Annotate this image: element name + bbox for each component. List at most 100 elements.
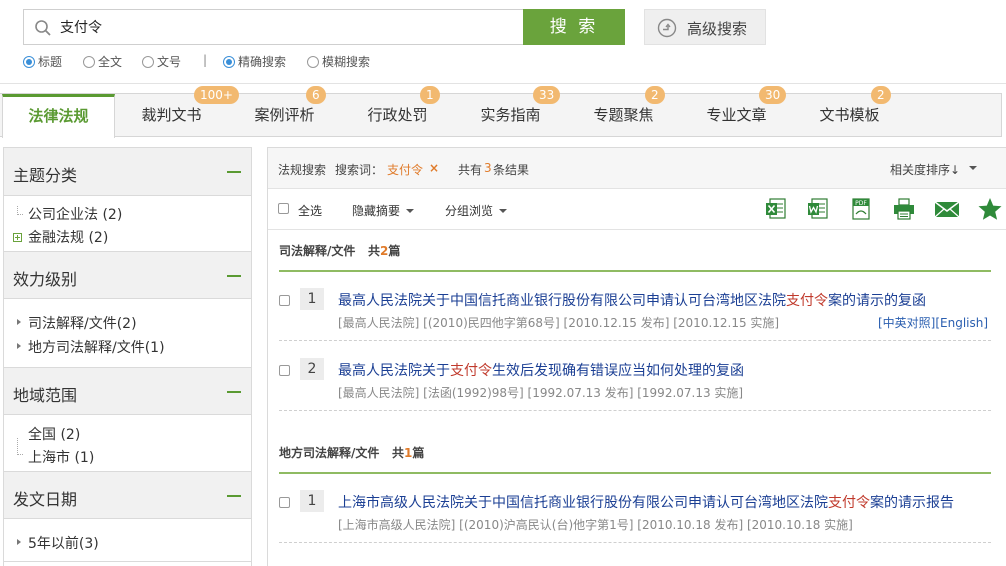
bilingual-link[interactable]: [中英对照][English] xyxy=(878,314,988,331)
pdf-icon[interactable]: PDF xyxy=(849,197,873,221)
expand-icon[interactable] xyxy=(13,233,22,242)
filter-item[interactable]: 上海市 (1) xyxy=(28,447,94,467)
group-browse-dropdown[interactable]: 分组浏览 xyxy=(445,202,508,219)
tab-label: 专业文章 xyxy=(706,106,767,124)
radio-icon[interactable] xyxy=(142,56,154,68)
option-docnum-label: 文号 xyxy=(157,55,182,69)
option-fulltext[interactable]: 全文 xyxy=(83,53,122,70)
tab-admin-penalty[interactable]: 行政处罚 1 xyxy=(341,86,454,137)
result-divider xyxy=(279,340,991,341)
search-area: 搜 索 高级搜索 标题 全文 文号 | 精确搜索 模糊搜索 xyxy=(0,0,1006,84)
result-title-link[interactable]: 最高人民法院关于中国信托商业银行股份有限公司申请认可台湾地区法院支付令案的请示的… xyxy=(338,290,926,310)
tab-label: 法律法规 xyxy=(28,107,89,125)
print-icon[interactable] xyxy=(892,197,916,221)
category-tabs: 法律法规 裁判文书 100+ 案例评析 6 行政处罚 1 实务指南 33 专题聚焦 2 专… xyxy=(0,86,1002,138)
tab-judgments[interactable]: 裁判文书 100+ xyxy=(115,86,239,137)
tab-practice-guide[interactable]: 实务指南 33 xyxy=(454,86,567,137)
collapse-icon[interactable] xyxy=(227,171,241,173)
results-panel: 法规搜索 搜索词： 支付令 × 共有 3 条结果 相关度排序↓ 全选 隐藏摘要 … xyxy=(267,147,1006,566)
result-title-link[interactable]: 上海市高级人民法院关于中国信托商业银行股份有限公司申请认可台湾地区法院支付令案的… xyxy=(338,492,954,512)
option-fuzzy-label: 模糊搜索 xyxy=(322,55,371,69)
tab-case-analysis[interactable]: 案例评析 6 xyxy=(228,86,341,137)
result-number: 1 xyxy=(300,490,324,512)
caret-right-icon xyxy=(17,319,21,325)
favorite-star-icon[interactable] xyxy=(977,197,1003,221)
section-name: 司法解释/文件 xyxy=(279,244,356,258)
hide-summary-dropdown[interactable]: 隐藏摘要 xyxy=(352,202,415,219)
collapse-icon[interactable] xyxy=(227,495,241,497)
advanced-search-label: 高级搜索 xyxy=(687,20,748,38)
option-exact[interactable]: 精确搜索 xyxy=(223,53,286,70)
advanced-search-button[interactable]: 高级搜索 xyxy=(644,9,766,45)
search-button[interactable]: 搜 索 xyxy=(523,9,625,45)
section-count-prefix: 共 xyxy=(391,446,404,460)
search-icon xyxy=(35,20,51,36)
filter-item[interactable]: 金融法规 (2) xyxy=(28,227,108,247)
result-number: 2 xyxy=(300,358,324,380)
filter-header-date[interactable]: 发文日期 xyxy=(4,471,251,519)
tab-laws[interactable]: 法律法规 xyxy=(2,94,115,138)
option-title[interactable]: 标题 xyxy=(23,53,62,70)
email-icon[interactable] xyxy=(934,197,960,221)
chevron-down-icon xyxy=(406,209,415,213)
filter-item[interactable]: 全国 (2) xyxy=(28,424,80,444)
search-box[interactable] xyxy=(23,9,524,45)
collapse-icon[interactable] xyxy=(227,391,241,393)
radio-icon[interactable] xyxy=(23,56,35,68)
filter-header-level[interactable]: 效力级别 xyxy=(4,251,251,299)
filter-item[interactable]: 5年以前(3) xyxy=(28,533,99,553)
section-name: 地方司法解释/文件 xyxy=(279,446,380,460)
section-count-prefix: 共 xyxy=(367,244,380,258)
excel-icon[interactable] xyxy=(764,197,788,221)
section-divider xyxy=(279,270,991,272)
section-divider xyxy=(279,472,991,474)
result-checkbox[interactable] xyxy=(279,295,290,306)
section-count-suffix: 篇 xyxy=(412,446,425,460)
filter-item[interactable]: 公司企业法 (2) xyxy=(28,204,122,224)
tab-templates[interactable]: 文书模板 2 xyxy=(793,86,906,137)
tab-count-badge: 30 xyxy=(759,86,787,104)
sort-dropdown[interactable]: 相关度排序↓ xyxy=(890,161,960,178)
hide-summary-label: 隐藏摘要 xyxy=(352,204,401,218)
filter-item[interactable]: 地方司法解释/文件(1) xyxy=(28,337,165,357)
tab-articles[interactable]: 专业文章 30 xyxy=(680,86,793,137)
section-count-suffix: 篇 xyxy=(388,244,401,258)
keyword-label: 搜索词： xyxy=(335,163,384,177)
select-all-checkbox[interactable] xyxy=(278,203,289,217)
result-item: 1 最高人民法院关于中国信托商业银行股份有限公司申请认可台湾地区法院支付令案的请… xyxy=(268,288,1006,338)
tree-connector xyxy=(17,206,23,215)
radio-icon[interactable] xyxy=(307,56,319,68)
svg-text:PDF: PDF xyxy=(855,200,867,207)
total-count: 3 xyxy=(484,161,492,175)
search-input[interactable] xyxy=(60,16,510,38)
option-fuzzy[interactable]: 模糊搜索 xyxy=(307,53,370,70)
word-icon[interactable] xyxy=(806,197,830,221)
filter-item[interactable]: 司法解释/文件(2) xyxy=(28,313,137,333)
filter-title: 主题分类 xyxy=(13,166,78,185)
tab-label: 实务指南 xyxy=(480,106,541,124)
keyword-value: 支付令 xyxy=(387,163,424,177)
option-docnum[interactable]: 文号 xyxy=(142,53,181,70)
result-checkbox[interactable] xyxy=(279,497,290,508)
filter-header-region[interactable]: 地域范围 xyxy=(4,367,251,415)
option-title-label: 标题 xyxy=(38,55,63,69)
result-item: 2 最高人民法院关于支付令生效后发现确有错误应当如何处理的复函 [最高人民法院]… xyxy=(268,358,1006,408)
caret-right-icon xyxy=(17,343,21,349)
filter-header-topics[interactable]: 主题分类 xyxy=(4,148,251,196)
section-title: 地方司法解释/文件 共1篇 xyxy=(279,444,424,461)
tab-label: 裁判文书 xyxy=(141,106,202,124)
results-summary-bar: 法规搜索 搜索词： 支付令 × 共有 3 条结果 相关度排序↓ xyxy=(268,148,1006,189)
radio-icon[interactable] xyxy=(83,56,95,68)
search-type-label: 法规搜索 xyxy=(278,163,327,177)
result-title-link[interactable]: 最高人民法院关于支付令生效后发现确有错误应当如何处理的复函 xyxy=(338,360,744,380)
tab-count-badge: 1 xyxy=(420,86,440,104)
result-checkbox[interactable] xyxy=(279,365,290,376)
collapse-icon[interactable] xyxy=(227,275,241,277)
chevron-down-icon[interactable] xyxy=(969,166,977,170)
result-meta: [上海市高级人民法院] [(2010)沪高民认(台)他字第1号] [2010.1… xyxy=(338,518,853,532)
total-suffix: 条结果 xyxy=(493,163,530,177)
radio-icon[interactable] xyxy=(223,56,235,68)
tab-topic-focus[interactable]: 专题聚焦 2 xyxy=(567,86,680,137)
option-exact-label: 精确搜索 xyxy=(238,55,287,69)
remove-keyword-icon[interactable]: × xyxy=(429,161,439,175)
